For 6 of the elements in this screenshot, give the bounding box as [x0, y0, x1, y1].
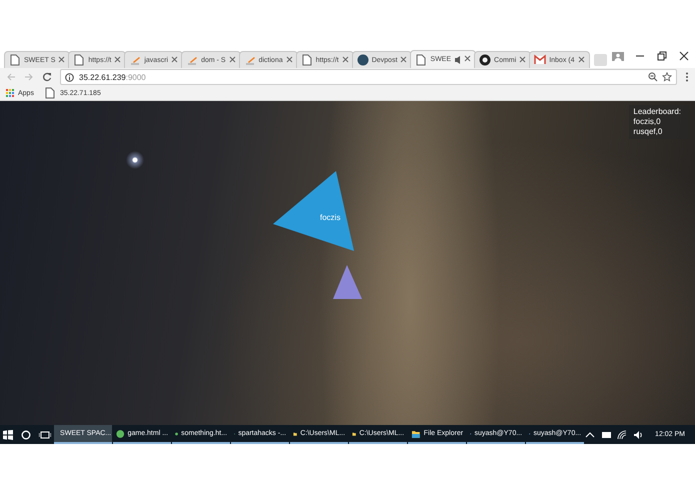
url-text: 35.22.61.239:9000 [79, 72, 146, 82]
leaderboard-title: Leaderboard: [633, 107, 681, 117]
player-name: foczis [320, 213, 340, 222]
leaderboard-entry: rusqef,0 [633, 127, 664, 137]
address-bar[interactable]: 35.22.61.239:9000 [60, 69, 677, 85]
leaderboard-entry: foczis,0 [633, 117, 662, 127]
